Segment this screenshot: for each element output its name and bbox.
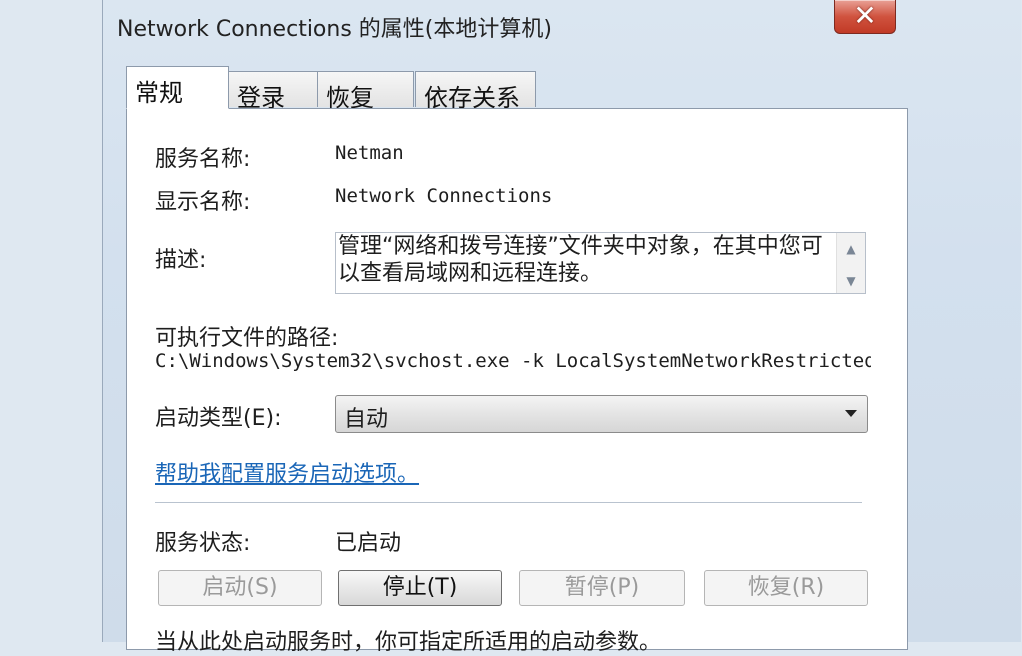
description-box[interactable]: 管理“网络和拨号连接”文件夹中对象，在其中您可以查看局域网和远程连接。 ▲ ▼ [335,232,866,294]
close-icon: ✕ [853,0,877,32]
service-status-value: 已启动 [335,531,402,556]
chevron-down-icon [845,410,857,417]
scroll-up-icon[interactable]: ▲ [837,237,865,261]
display-name-value: Network Connections [335,185,553,207]
exe-path-field: C:\Windows\System32\svchost.exe -k Local… [155,350,871,376]
pause-button[interactable]: 暂停(P) [519,570,685,606]
service-status-label: 服务状态: [155,531,251,556]
display-name-label: 显示名称: [155,190,251,215]
tab-recovery[interactable]: 恢复 [317,71,414,112]
help-configure-link[interactable]: 帮助我配置服务启动选项。 [155,456,419,488]
description-label: 描述: [155,248,207,273]
divider [155,502,862,504]
start-parameters-hint: 当从此处启动服务时，你可指定所适用的启动参数。 [155,630,662,655]
start-button[interactable]: 启动(S) [158,570,322,606]
service-name-label: 服务名称: [155,147,251,172]
exe-path-label: 可执行文件的路径: [155,326,339,351]
description-text: 管理“网络和拨号连接”文件夹中对象，在其中您可以查看局域网和远程连接。 [338,234,823,286]
tab-general-label: 常规 [135,79,183,107]
description-scrollbar[interactable]: ▲ ▼ [836,233,865,293]
stop-button[interactable]: 停止(T) [338,570,502,606]
startup-type-value: 自动 [344,407,389,432]
tab-logon[interactable]: 登录 [228,71,318,112]
service-name-value: Netman [335,142,404,164]
startup-type-label: 启动类型(E): [155,406,282,431]
window-title: Network Connections 的属性(本地计算机) [117,17,552,42]
scroll-down-icon[interactable]: ▼ [837,269,865,293]
resume-button[interactable]: 恢复(R) [704,570,868,606]
tab-general[interactable]: 常规 [126,66,229,109]
exe-path-value: C:\Windows\System32\svchost.exe -k Local… [155,350,871,372]
startup-type-select[interactable]: 自动 [335,395,868,433]
tab-dependencies[interactable]: 依存关系 [415,71,536,112]
title-bar[interactable]: Network Connections 的属性(本地计算机) ✕ [103,0,1021,52]
close-button[interactable]: ✕ [834,0,896,34]
